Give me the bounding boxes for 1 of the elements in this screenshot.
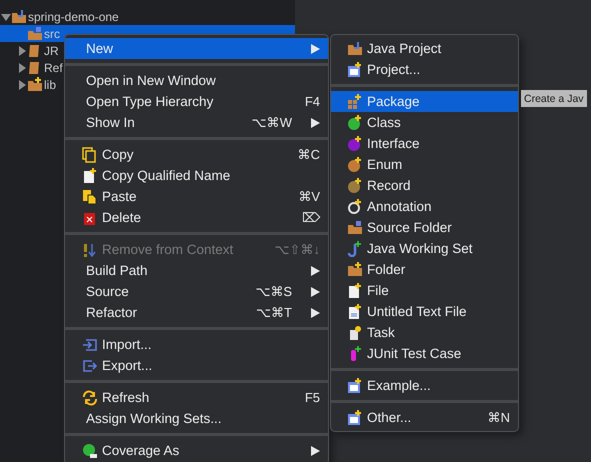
tooltip: Create a Jav [521, 90, 587, 107]
